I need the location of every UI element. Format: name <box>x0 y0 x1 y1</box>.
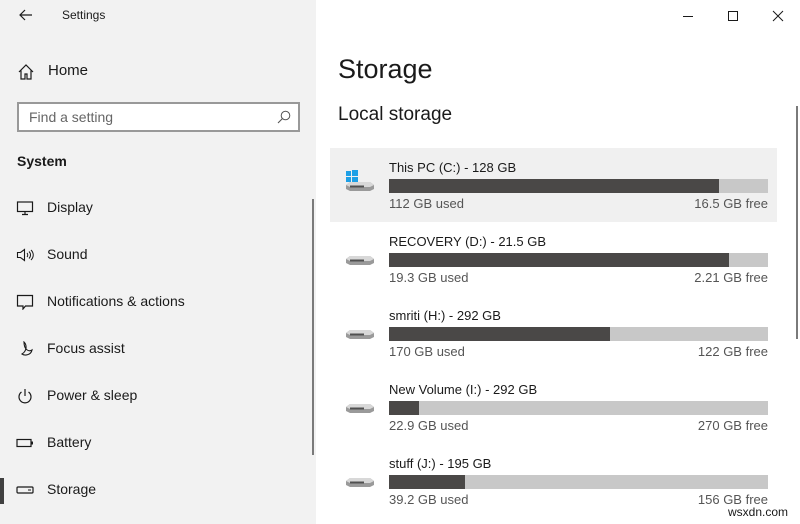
drive-item-d[interactable]: RECOVERY (D:) - 21.5 GB 19.3 GB used 2.2… <box>330 222 777 296</box>
used-space: 39.2 GB used <box>389 492 469 507</box>
sidebar-item-power-sleep[interactable]: Power & sleep <box>0 376 316 416</box>
usage-bar-fill <box>389 327 610 341</box>
drive-name: New Volume (I:) - 292 GB <box>389 382 538 397</box>
sidebar: Settings Home System Display Sound Notif… <box>0 0 316 524</box>
usage-bar <box>389 327 768 341</box>
home-label: Home <box>48 62 89 79</box>
usage-bar <box>389 179 768 193</box>
battery-icon <box>16 438 33 448</box>
usage-bar-fill <box>389 401 419 415</box>
used-space: 22.9 GB used <box>389 418 469 433</box>
usage-bar <box>389 401 768 415</box>
sidebar-item-battery[interactable]: Battery <box>0 423 316 463</box>
used-space: 170 GB used <box>389 344 465 359</box>
sidebar-item-label: Battery <box>47 434 92 450</box>
drive-item-c[interactable]: This PC (C:) - 128 GB 112 GB used 16.5 G… <box>330 148 777 222</box>
drive-name: stuff (J:) - 195 GB <box>389 456 492 471</box>
sidebar-item-label: Power & sleep <box>47 387 138 403</box>
used-space: 19.3 GB used <box>389 270 469 285</box>
drive-item-j[interactable]: stuff (J:) - 195 GB 39.2 GB used 156 GB … <box>330 444 777 518</box>
used-space: 112 GB used <box>389 196 464 211</box>
drive-icon <box>346 330 374 339</box>
close-button[interactable] <box>755 0 800 32</box>
moon-icon <box>20 341 33 356</box>
home-icon <box>18 64 34 80</box>
sidebar-item-sound[interactable]: Sound <box>0 235 316 275</box>
search-box[interactable] <box>17 102 300 132</box>
page-title: Storage <box>338 54 433 84</box>
free-space: 2.21 GB free <box>694 270 768 285</box>
usage-bar-fill <box>389 179 720 193</box>
system-drive-icon <box>346 170 374 191</box>
drive-name: This PC (C:) - 128 GB <box>389 160 517 175</box>
watermark: wsxdn.com <box>728 505 789 519</box>
section-heading-system: System <box>17 153 67 169</box>
maximize-button[interactable] <box>710 0 756 32</box>
sidebar-scrollbar[interactable] <box>312 199 314 455</box>
sidebar-item-home[interactable]: Home <box>0 56 316 86</box>
minimize-icon <box>683 16 693 17</box>
free-space: 270 GB free <box>697 418 768 433</box>
free-space: 16.5 GB free <box>694 196 768 211</box>
drive-icon <box>346 256 374 265</box>
drive-name: smriti (H:) - 292 GB <box>389 308 501 323</box>
sidebar-item-display[interactable]: Display <box>0 188 316 228</box>
drive-icon <box>346 478 374 487</box>
maximize-icon <box>728 11 738 21</box>
close-icon <box>772 10 784 22</box>
sidebar-item-storage[interactable]: Storage <box>0 470 316 510</box>
arrow-left-icon <box>19 9 32 21</box>
search-input[interactable] <box>19 104 269 130</box>
usage-bar <box>389 253 768 267</box>
window-title: Settings <box>62 8 106 22</box>
speaker-icon <box>16 248 34 262</box>
sidebar-item-notifications[interactable]: Notifications & actions <box>0 282 316 322</box>
notification-icon <box>16 294 34 310</box>
storage-icon <box>16 486 34 494</box>
drive-icon <box>346 404 374 413</box>
monitor-icon <box>16 201 34 216</box>
sidebar-item-label: Storage <box>47 481 97 497</box>
free-space: 122 GB free <box>697 344 768 359</box>
minimize-button[interactable] <box>665 0 711 32</box>
search-icon[interactable] <box>277 110 291 124</box>
sidebar-item-label: Notifications & actions <box>47 293 185 309</box>
sidebar-item-label: Sound <box>47 246 88 262</box>
usage-bar <box>389 475 768 489</box>
main-scrollbar[interactable] <box>796 106 798 339</box>
usage-bar-fill <box>389 253 729 267</box>
back-button[interactable] <box>14 4 38 26</box>
sidebar-item-label: Focus assist <box>47 340 125 356</box>
usage-bar-fill <box>389 475 466 489</box>
sidebar-item-focus-assist[interactable]: Focus assist <box>0 329 316 369</box>
power-icon <box>18 389 32 404</box>
drive-name: RECOVERY (D:) - 21.5 GB <box>389 234 547 249</box>
sidebar-item-label: Display <box>47 199 93 215</box>
drive-item-i[interactable]: New Volume (I:) - 292 GB 22.9 GB used 27… <box>330 370 777 444</box>
section-title-local-storage: Local storage <box>338 104 453 125</box>
drive-item-h[interactable]: smriti (H:) - 292 GB 170 GB used 122 GB … <box>330 296 777 370</box>
